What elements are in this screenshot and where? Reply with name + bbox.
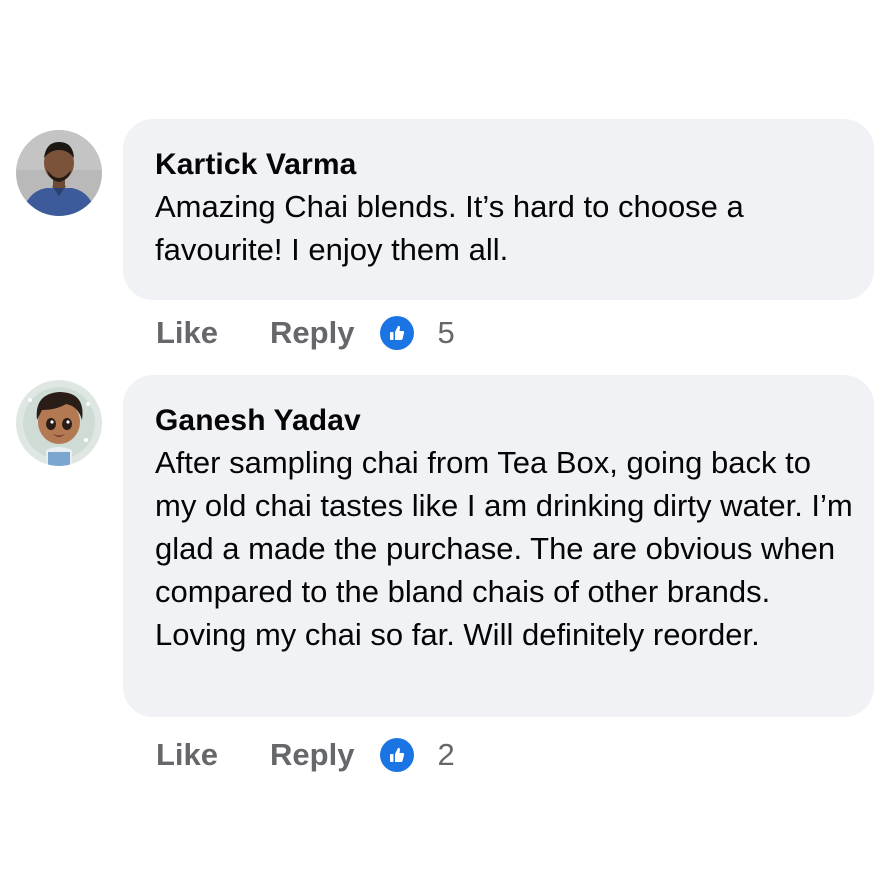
avatar[interactable]: [16, 380, 102, 466]
thumbs-up-icon: [380, 738, 415, 772]
comment-author[interactable]: Ganesh Yadav: [155, 403, 854, 439]
comment-actions: Like Reply 5: [156, 313, 455, 353]
like-button[interactable]: Like: [156, 315, 218, 351]
comment-actions: Like Reply 2: [156, 735, 455, 775]
reaction-summary[interactable]: 5: [380, 315, 455, 351]
comment-bubble: Kartick Varma Amazing Chai blends. It’s …: [123, 119, 874, 300]
reaction-summary[interactable]: 2: [380, 737, 455, 773]
reply-button[interactable]: Reply: [270, 737, 354, 773]
reaction-count: 5: [437, 315, 455, 350]
avatar[interactable]: [16, 130, 102, 216]
like-button[interactable]: Like: [156, 737, 218, 773]
reply-button[interactable]: Reply: [270, 315, 354, 351]
comment-author[interactable]: Kartick Varma: [155, 147, 854, 183]
comment-text: Amazing Chai blends. It’s hard to choose…: [155, 189, 744, 267]
cartoon-avatar: [16, 380, 102, 466]
comment-text: After sampling chai from Tea Box, going …: [155, 445, 853, 652]
user-photo-avatar: [16, 130, 102, 216]
comment-bubble: Ganesh Yadav After sampling chai from Te…: [123, 375, 874, 717]
reaction-count: 2: [437, 737, 455, 772]
thumbs-up-icon: [380, 316, 415, 350]
